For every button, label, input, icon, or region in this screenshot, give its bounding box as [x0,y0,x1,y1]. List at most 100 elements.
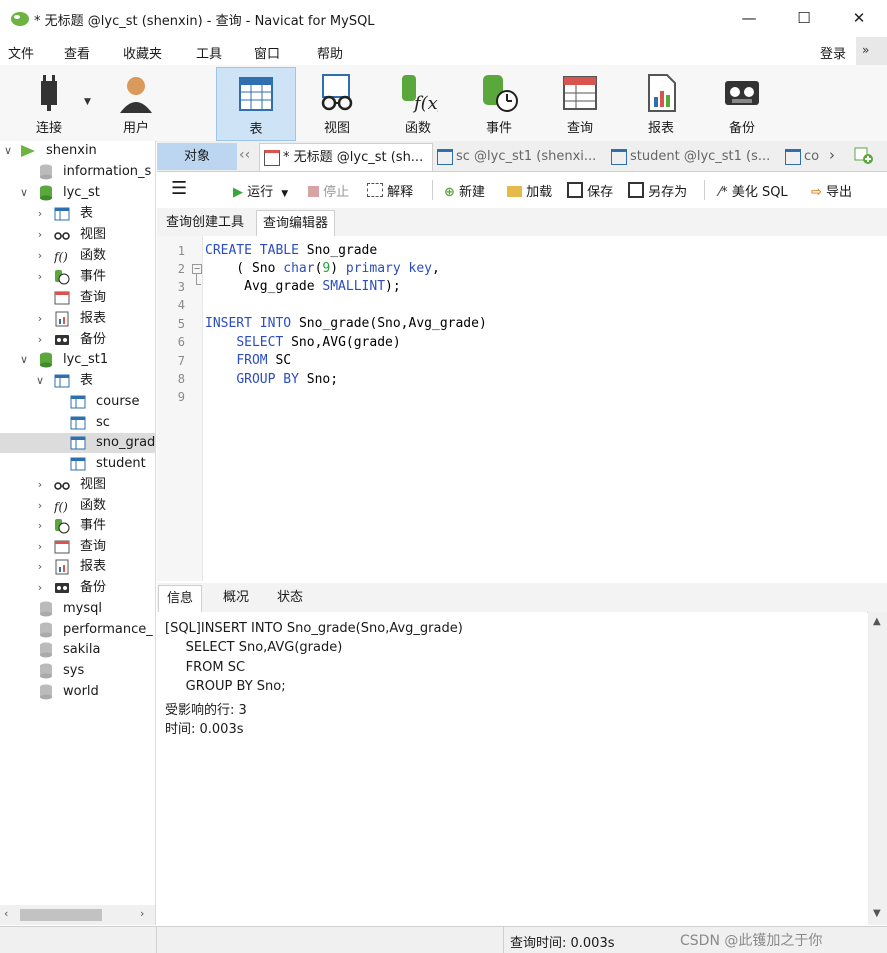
report-button[interactable]: 报表 [622,67,700,139]
chevron-down-icon[interactable]: ∨ [18,350,30,370]
chevron-right-icon[interactable]: › [34,225,46,245]
view-button[interactable]: 视图 [298,67,376,139]
scroll-down-icon[interactable]: ▼ [873,908,881,919]
login-link[interactable]: 登录 [820,43,846,62]
chevron-right-icon[interactable]: › [34,267,46,287]
menu-tools[interactable]: 工具 [196,43,222,62]
tree-db-sys[interactable]: sys [0,661,155,681]
chevron-right-icon[interactable]: › [34,330,46,350]
tree-table-sno-grade[interactable]: sno_grad [0,433,155,453]
tree-item-backups[interactable]: › 备份 [0,578,155,598]
info-vertical-scrollbar[interactable]: ▲ ▼ [868,612,887,925]
tree-item-queries[interactable]: › 查询 [0,537,155,557]
chevron-right-icon[interactable]: › [34,309,46,329]
tree-item-reports[interactable]: › 报表 [0,309,155,329]
chevron-right-icon[interactable]: › [34,475,46,495]
tab-scroll-right-icon[interactable]: › [829,146,835,164]
chevron-right-icon[interactable]: › [34,557,46,577]
glasses-icon [54,232,70,240]
menu-window[interactable]: 窗口 [254,43,280,62]
tab-query-builder[interactable]: 查询创建工具 [160,210,250,235]
tree-table-course[interactable]: course [0,392,155,412]
tree-item-views[interactable]: › 视图 [0,475,155,495]
tab-sc-table[interactable]: sc @lyc_st1 (shenxi... [433,143,605,170]
close-button[interactable]: ✕ [836,0,882,37]
tree-item-events[interactable]: › 事件 [0,267,155,287]
maximize-button[interactable]: ☐ [781,0,827,37]
menu-help[interactable]: 帮助 [317,43,343,62]
minimize-button[interactable]: — [726,0,772,37]
scroll-left-icon[interactable]: ‹ [4,907,8,920]
save-as-button[interactable]: 另存为 [628,181,687,200]
tab-info[interactable]: 信息 [158,585,203,612]
menu-view[interactable]: 查看 [64,43,90,62]
scroll-thumb[interactable] [20,909,102,921]
chevron-right-icon[interactable]: › [34,204,46,224]
tree-item-backups[interactable]: › 备份 [0,330,155,350]
tree-item-views[interactable]: › 视图 [0,225,155,245]
tree-db-world[interactable]: world [0,682,155,702]
menu-favorites[interactable]: 收藏夹 [123,43,162,62]
tab-objects[interactable]: 对象 [157,143,237,170]
tree-item-events[interactable]: › 事件 [0,516,155,536]
tree-db-performance-schema[interactable]: performance_ [0,620,155,640]
tree-item-tables-expanded[interactable]: ∨ 表 [0,371,155,391]
new-query-tab-icon[interactable] [854,147,874,165]
run-button[interactable]: ▶ 运行 ▼ [233,181,288,200]
tree-item-tables[interactable]: › 表 [0,204,155,224]
table-button[interactable]: 表 [216,67,296,141]
tree-db-information-schema[interactable]: information_s [0,162,155,182]
tab-course-table[interactable]: co [781,143,823,170]
backup-button[interactable]: 备份 [703,67,781,139]
save-button[interactable]: 保存 [567,181,613,200]
tab-untitled-query[interactable]: * 无标题 @lyc_st (sh... [259,143,433,171]
tree-item-queries[interactable]: 查询 [0,288,155,308]
tab-status[interactable]: 状态 [269,585,311,611]
scroll-up-icon[interactable]: ▲ [873,616,881,627]
chevron-down-icon[interactable]: ∨ [2,141,14,161]
chevron-right-icon[interactable]: › [34,537,46,557]
tab-student-table[interactable]: student @lyc_st1 (s... [607,143,779,170]
tree-horizontal-scrollbar[interactable]: ‹ › [0,905,155,925]
tree-table-sc[interactable]: sc [0,413,155,433]
chevron-down-icon[interactable]: ∨ [18,183,30,203]
new-query-button[interactable]: ⊕ 新建 [444,181,485,200]
code-token: TABLE [259,243,299,258]
export-button[interactable]: ⇨ 导出 [811,181,852,200]
stop-button[interactable]: 停止 [308,181,349,200]
connect-button[interactable]: 连接 [10,67,88,139]
tab-query-editor[interactable]: 查询编辑器 [256,210,336,236]
tab-profile[interactable]: 概况 [215,585,257,611]
table-icon [70,436,86,450]
tree-db-mysql[interactable]: mysql [0,599,155,619]
query-toolbar: ☰ ▶ 运行 ▼ 停止 解释 ⊕ 新建 加载 保存 另存为 ⁄* 美化 SQL … [157,172,887,208]
hamburger-menu-icon[interactable]: ☰ [171,180,187,198]
tree-item-functions[interactable]: › f() 函数 [0,496,155,516]
query-button[interactable]: 查询 [541,67,619,139]
load-button[interactable]: 加载 [507,181,552,200]
fold-minus-icon[interactable]: − [192,264,202,274]
chevron-right-icon[interactable]: › [34,578,46,598]
tree-db-lyc-st[interactable]: ∨ lyc_st [0,183,155,203]
chevron-right-icon[interactable]: › [34,496,46,516]
tree-db-sakila[interactable]: sakila [0,640,155,660]
menu-file[interactable]: 文件 [8,43,34,62]
chevron-right-icon[interactable]: › [34,516,46,536]
connect-dropdown-icon[interactable]: ▼ [84,97,91,107]
explain-button[interactable]: 解释 [367,181,413,200]
chevron-right-icon[interactable]: › [34,246,46,266]
tree-item-functions[interactable]: › f() 函数 [0,246,155,266]
tree-connection-shenxin[interactable]: ∨ shenxin [0,141,155,161]
run-dropdown-icon[interactable]: ▼ [281,189,288,199]
toolbar-overflow-button[interactable]: » [856,37,887,65]
scroll-right-icon[interactable]: › [140,907,144,920]
user-button[interactable]: 用户 [97,67,175,139]
tree-table-student[interactable]: student [0,454,155,474]
tree-db-lyc-st1[interactable]: ∨ lyc_st1 [0,350,155,370]
chevron-down-icon[interactable]: ∨ [34,371,46,391]
event-button[interactable]: 事件 [460,67,538,139]
tree-item-reports[interactable]: › 报表 [0,557,155,577]
beautify-sql-button[interactable]: ⁄* 美化 SQL [719,181,788,200]
tab-scroll-left-icon[interactable]: ‹‹ [239,147,250,163]
function-button[interactable]: f(x) 函数 [379,67,457,139]
